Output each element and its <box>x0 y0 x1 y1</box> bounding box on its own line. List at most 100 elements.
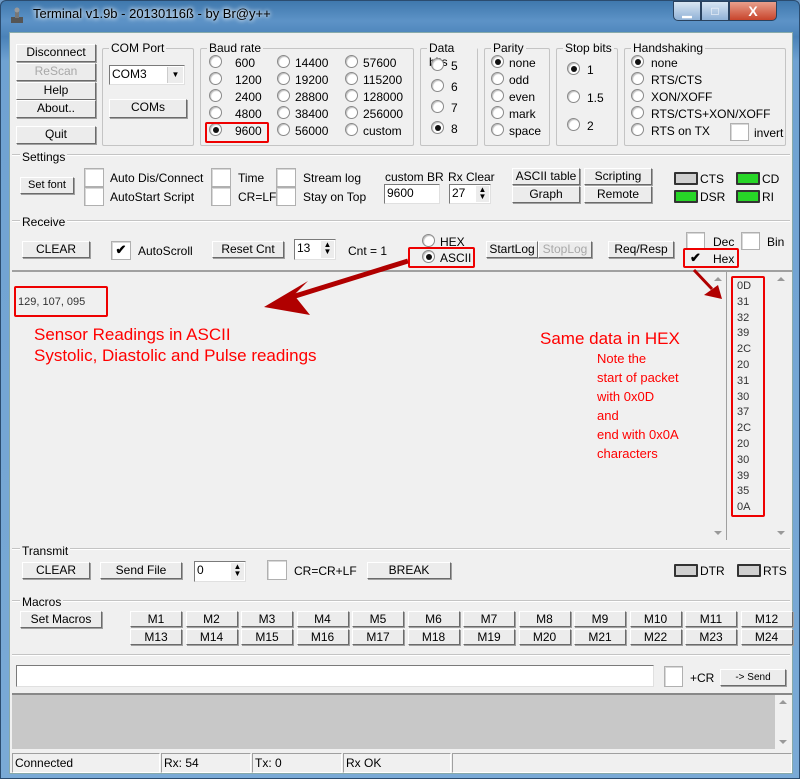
baud-radio-115200[interactable] <box>345 72 358 85</box>
send-input[interactable] <box>16 665 654 687</box>
receive-clear-button[interactable]: CLEAR <box>22 241 90 258</box>
chevron-down-icon[interactable]: ▼ <box>167 67 183 83</box>
macro-button-m15[interactable]: M15 <box>241 629 293 645</box>
baud-radio-600[interactable] <box>209 55 222 68</box>
baud-radio-28800[interactable] <box>277 89 290 102</box>
macro-button-m2[interactable]: M2 <box>185 611 238 627</box>
rescan-button[interactable]: ReScan <box>16 63 96 81</box>
macro-button-m9[interactable]: M9 <box>574 611 626 627</box>
minimize-button[interactable]: ▁ <box>673 1 701 21</box>
receive-output[interactable]: 129, 107, 095 Sensor Readings in ASCII S… <box>12 270 792 540</box>
macro-button-m17[interactable]: M17 <box>352 629 404 645</box>
set-macros-button[interactable]: Set Macros <box>20 611 102 628</box>
baud-radio-4800[interactable] <box>209 106 222 119</box>
stop-bits-radio-1[interactable] <box>567 62 580 75</box>
send-button[interactable]: -> Send <box>720 669 786 686</box>
spinner-arrows-icon[interactable]: ▲ ▼ <box>231 563 244 580</box>
baud-radio-custom[interactable] <box>345 123 358 136</box>
scroll-up-icon[interactable] <box>714 277 722 281</box>
baud-radio-19200[interactable] <box>277 72 290 85</box>
data-bits-radio-6[interactable] <box>431 79 444 92</box>
scroll-down-icon[interactable] <box>779 740 787 744</box>
baud-radio-256000[interactable] <box>345 106 358 119</box>
set-font-button[interactable]: Set font <box>20 177 74 194</box>
custom-br-input[interactable]: 9600 <box>384 184 440 204</box>
baud-radio-38400[interactable] <box>277 106 290 119</box>
stop-log-button[interactable]: StopLog <box>538 241 592 258</box>
hex-radio[interactable] <box>422 234 435 247</box>
baud-radio-2400[interactable] <box>209 89 222 102</box>
reset-cnt-button[interactable]: Reset Cnt <box>212 241 284 258</box>
close-button[interactable]: X <box>729 1 777 21</box>
maximize-button[interactable]: □ <box>701 1 729 21</box>
cnt-spinner[interactable]: 13 ▲ ▼ <box>294 239 336 260</box>
macro-button-m14[interactable]: M14 <box>185 629 238 645</box>
macro-button-m18[interactable]: M18 <box>407 629 460 645</box>
spinner-arrows-icon[interactable]: ▲ ▼ <box>321 241 334 258</box>
baud-radio-14400[interactable] <box>277 55 290 68</box>
macro-button-m1[interactable]: M1 <box>130 611 182 627</box>
com-port-select[interactable]: COM3 ▼ <box>109 65 185 85</box>
macro-button-m19[interactable]: M19 <box>463 629 515 645</box>
scripting-button[interactable]: Scripting <box>584 168 652 185</box>
macro-button-m5[interactable]: M5 <box>352 611 404 627</box>
graph-button[interactable]: Graph <box>512 186 580 203</box>
autostart-script-checkbox[interactable] <box>84 187 104 206</box>
baud-radio-56000[interactable] <box>277 123 290 136</box>
baud-radio-1200[interactable] <box>209 72 222 85</box>
time-checkbox[interactable] <box>211 168 231 187</box>
transmit-spinner[interactable]: 0 ▲ ▼ <box>194 561 246 582</box>
spinner-arrows-icon[interactable]: ▲ ▼ <box>476 186 489 202</box>
handshaking-radio-rts-cts[interactable] <box>631 72 644 85</box>
quit-button[interactable]: Quit <box>16 126 96 144</box>
rx-clear-spinner[interactable]: 27 ▲ ▼ <box>449 184 491 204</box>
macro-button-m22[interactable]: M22 <box>629 629 682 645</box>
plus-cr-checkbox[interactable] <box>664 666 683 687</box>
cr-crlf-checkbox[interactable] <box>267 560 287 580</box>
bin-checkbox[interactable] <box>741 232 760 250</box>
data-bits-radio-7[interactable] <box>431 100 444 113</box>
scroll-down-icon[interactable] <box>714 531 722 535</box>
handshaking-radio-none[interactable] <box>631 55 644 68</box>
ascii-scrollbar[interactable] <box>710 272 727 540</box>
data-bits-radio-5[interactable] <box>431 58 444 71</box>
macro-button-m4[interactable]: M4 <box>296 611 349 627</box>
macro-button-m21[interactable]: M21 <box>574 629 626 645</box>
send-file-button[interactable]: Send File <box>100 562 182 579</box>
macro-button-m8[interactable]: M8 <box>518 611 571 627</box>
macro-button-m11[interactable]: M11 <box>685 611 737 627</box>
ascii-table-button[interactable]: ASCII table <box>512 168 580 185</box>
coms-button[interactable]: COMs <box>109 99 187 118</box>
data-bits-radio-8[interactable] <box>431 121 444 134</box>
macro-button-m13[interactable]: M13 <box>130 629 182 645</box>
transmit-clear-button[interactable]: CLEAR <box>22 562 90 579</box>
handshaking-radio-xon-xoff[interactable] <box>631 89 644 102</box>
macro-button-m6[interactable]: M6 <box>407 611 460 627</box>
transmit-scrollbar[interactable] <box>775 695 792 749</box>
handshaking-radio-rts-cts-xon-xoff[interactable] <box>631 106 644 119</box>
macro-button-m23[interactable]: M23 <box>685 629 737 645</box>
req-resp-button[interactable]: Req/Resp <box>608 241 674 258</box>
handshaking-radio-rts-on-tx[interactable] <box>631 123 644 136</box>
autoscroll-checkbox[interactable]: ✔ <box>111 241 131 260</box>
about-button[interactable]: About.. <box>16 100 96 118</box>
macro-button-m3[interactable]: M3 <box>241 611 293 627</box>
baud-radio-57600[interactable] <box>345 55 358 68</box>
scroll-up-icon[interactable] <box>779 700 787 704</box>
parity-radio-mark[interactable] <box>491 106 504 119</box>
baud-radio-128000[interactable] <box>345 89 358 102</box>
parity-radio-space[interactable] <box>491 123 504 136</box>
hex-scrollbar[interactable] <box>773 272 790 540</box>
transmit-history[interactable] <box>12 693 792 749</box>
remote-button[interactable]: Remote <box>584 186 652 203</box>
macro-button-m20[interactable]: M20 <box>518 629 571 645</box>
start-log-button[interactable]: StartLog <box>486 241 538 258</box>
parity-radio-even[interactable] <box>491 89 504 102</box>
stay-on-top-checkbox[interactable] <box>276 187 296 206</box>
macro-button-m10[interactable]: M10 <box>629 611 682 627</box>
parity-radio-none[interactable] <box>491 55 504 68</box>
stop-bits-radio-1-5[interactable] <box>567 90 580 103</box>
scroll-down-icon[interactable] <box>777 531 785 535</box>
macro-button-m7[interactable]: M7 <box>463 611 515 627</box>
macro-button-m16[interactable]: M16 <box>296 629 349 645</box>
